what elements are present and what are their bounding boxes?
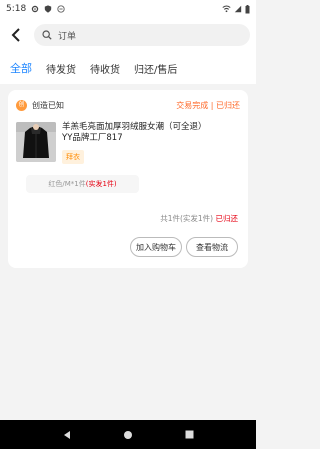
shield-icon	[45, 5, 52, 13]
spec-text: 红色/M*1件	[48, 180, 86, 188]
system-nav-bar	[0, 420, 256, 449]
top-bar: 订单	[0, 18, 256, 52]
search-icon	[42, 30, 52, 40]
status-right	[222, 4, 250, 14]
nav-home-icon[interactable]	[123, 430, 133, 440]
jacket-image-icon	[16, 122, 56, 162]
product-tag: 拜衣	[62, 150, 84, 164]
tab-to-receive[interactable]: 待收货	[90, 61, 120, 76]
nav-recents-icon[interactable]	[185, 430, 194, 439]
summary-status: 已归还	[215, 214, 239, 223]
signal-icon	[234, 5, 242, 13]
view-logistics-button[interactable]: 查看物流	[186, 237, 238, 257]
order-tabs: 全部 待发货 待收货 归还/售后	[0, 52, 256, 84]
order-card-header: 创 创造已知 交易完成 | 已归还	[16, 98, 240, 112]
back-arrow-icon	[11, 28, 20, 42]
battery-icon	[245, 4, 250, 13]
tab-all[interactable]: 全部	[10, 60, 32, 76]
shop-info[interactable]: 创 创造已知	[16, 99, 64, 111]
status-time: 5:18	[6, 4, 27, 14]
search-text: 订单	[58, 31, 77, 42]
tab-to-ship[interactable]: 待发货	[46, 61, 76, 76]
product-spec: 红色/M*1件 (实发1件)	[26, 175, 139, 193]
product-shop: YY品牌工厂817	[62, 133, 123, 143]
product-title: 羊羔毛亮面加厚羽绒服女潮（可全退）	[62, 122, 207, 132]
shop-name: 创造已知	[32, 100, 64, 110]
shop-logo: 创	[16, 99, 27, 111]
app-notification-icon	[57, 5, 65, 13]
nav-back-icon[interactable]	[62, 430, 72, 440]
order-summary: 共1件(实发1件) 已归还	[160, 213, 238, 224]
wifi-icon	[222, 5, 231, 13]
spec-qty: (实发1件)	[85, 180, 117, 188]
add-to-cart-button[interactable]: 加入购物车	[130, 237, 182, 257]
search-input[interactable]: 订单	[34, 24, 250, 46]
order-status: 交易完成 | 已归还	[176, 100, 240, 110]
status-left: 5:18	[6, 4, 65, 14]
summary-count: 共1件(实发1件)	[160, 214, 214, 223]
settings-icon	[32, 5, 39, 13]
order-card[interactable]: 创 创造已知 交易完成 | 已归还 羊羔毛亮面加厚羽绒服女潮（可全退） YY品牌…	[8, 90, 248, 268]
back-button[interactable]	[6, 25, 26, 45]
status-bar: 5:18	[0, 0, 256, 18]
tab-returns[interactable]: 归还/售后	[134, 61, 177, 76]
product-image[interactable]	[16, 122, 56, 162]
product-info[interactable]: 羊羔毛亮面加厚羽绒服女潮（可全退） YY品牌工厂817 拜衣	[62, 122, 238, 164]
